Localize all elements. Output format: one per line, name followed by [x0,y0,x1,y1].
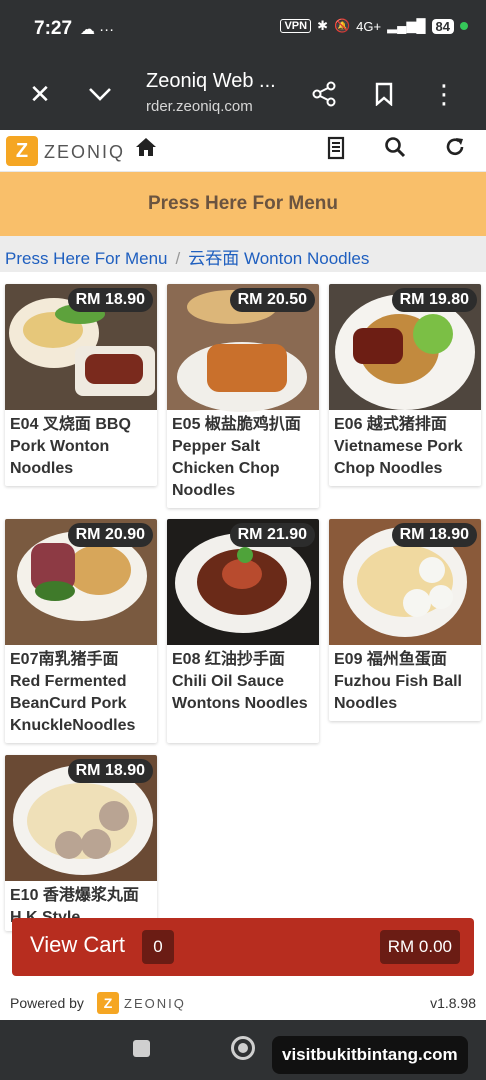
browser-url[interactable]: rder.zeoniq.com [146,98,253,115]
product-name: E04 叉烧面 BBQ Pork Wonton Noodles [10,416,131,477]
vpn-badge: VPN [280,19,312,33]
site-header: Z ZEONIQ [0,130,486,172]
product-name: E07南乳猪手面 Red Fermented BeanCurd Pork Knu… [10,651,136,734]
home-icon[interactable] [134,136,158,164]
powered-by-label: Powered by [10,995,84,1011]
bookmark-icon[interactable] [364,74,404,114]
product-name: E05 椒盐脆鸡扒面 Pepper Salt Chicken Chop Nood… [172,416,301,499]
browser-toolbar: ✕ Zeoniq Web ... rder.zeoniq.com ⋮ [0,60,486,130]
cart-total-badge: RM 0.00 [379,930,460,964]
recents-icon[interactable] [133,1040,150,1057]
product-card-e04[interactable]: RM 18.90 E04 叉烧面 BBQ Pork Wonton Noodles [5,284,157,486]
price-badge: RM 18.90 [391,523,477,547]
view-cart-button[interactable]: View Cart 0 RM 0.00 [12,918,474,976]
product-image: RM 20.90 [5,519,157,645]
breadcrumb-root-link[interactable]: Press Here For Menu [5,249,168,268]
price-badge: RM 18.90 [67,759,153,783]
network-label: 4G+ [356,18,382,34]
breadcrumb: Press Here For Menu / 云吞面 Wonton Noodles [0,236,486,272]
product-image: RM 21.90 [167,519,319,645]
view-cart-label: View Cart [30,932,125,957]
battery-indicator: 84 [431,18,454,34]
signal-icon: ▂▄▆█ [387,18,426,33]
status-right-icons: VPN ✱ 🔕 4G+ ▂▄▆█ 84 [280,18,468,34]
menu-button[interactable]: Press Here For Menu [0,172,486,236]
zeoniq-logo-text: ZEONIQ [44,142,126,162]
status-time: 7:27 [34,18,73,39]
price-badge: RM 21.90 [229,523,315,547]
browser-page-title: Zeoniq Web ... [146,70,276,92]
close-icon[interactable]: ✕ [20,74,60,114]
refresh-icon[interactable] [444,136,466,164]
product-card-e06[interactable]: RM 19.80 E06 越式猪排面 Vietnamese Pork Chop … [329,284,481,486]
product-image: RM 18.90 [5,284,157,410]
product-image: RM 19.80 [329,284,481,410]
receipt-icon[interactable] [326,136,346,166]
product-card-e07[interactable]: RM 20.90 E07南乳猪手面 Red Fermented BeanCurd… [5,519,157,743]
price-badge: RM 20.90 [67,523,153,547]
product-image: RM 20.50 [167,284,319,412]
product-card-e08[interactable]: RM 21.90 E08 红油抄手面 Chili Oil Sauce Wonto… [167,519,319,743]
breadcrumb-current: 云吞面 Wonton Noodles [188,249,370,268]
footer-zeoniq-logo: Z [97,992,119,1014]
product-card-e10[interactable]: RM 18.90 E10 香港爆浆丸面 H.K Style [5,755,157,931]
mute-icon: 🔕 [333,18,351,33]
search-icon[interactable] [384,136,406,164]
price-badge: RM 19.80 [391,288,477,312]
breadcrumb-separator: / [175,249,181,268]
product-card-e05[interactable]: RM 20.50 E05 椒盐脆鸡扒面 Pepper Salt Chicken … [167,284,319,508]
share-icon[interactable] [304,74,344,114]
privacy-dot-icon [460,22,468,30]
app-version: v1.8.98 [430,995,476,1011]
product-name: E06 越式猪排面 Vietnamese Pork Chop Noodles [334,416,463,477]
cart-count-badge: 0 [142,930,174,964]
price-badge: RM 18.90 [67,288,153,312]
footer: Powered by Z ZEONIQ v1.8.98 [0,988,486,1020]
footer-logo-text: ZEONIQ [124,996,186,1011]
product-name: E08 红油抄手面 Chili Oil Sauce Wontons Noodle… [172,651,308,712]
product-name: E09 福州鱼蛋面 Fuzhou Fish Ball Noodles [334,651,462,712]
watermark: visitbukitbintang.com [272,1036,468,1074]
price-badge: RM 20.50 [229,288,315,312]
chevron-down-icon[interactable] [80,74,120,114]
bluetooth-icon: ✱ [317,18,328,33]
notification-icons: ☁ ··· [80,21,115,38]
status-bar: 7:27 ☁ ··· VPN ✱ 🔕 4G+ ▂▄▆█ 84 [0,0,486,60]
product-image: RM 18.90 [329,519,481,645]
product-image: RM 18.90 [5,755,157,881]
product-card-e09[interactable]: RM 18.90 E09 福州鱼蛋面 Fuzhou Fish Ball Nood… [329,519,481,721]
zeoniq-logo[interactable]: Z [6,136,38,166]
home-nav-icon[interactable] [231,1036,255,1060]
more-icon[interactable]: ⋮ [424,74,464,114]
